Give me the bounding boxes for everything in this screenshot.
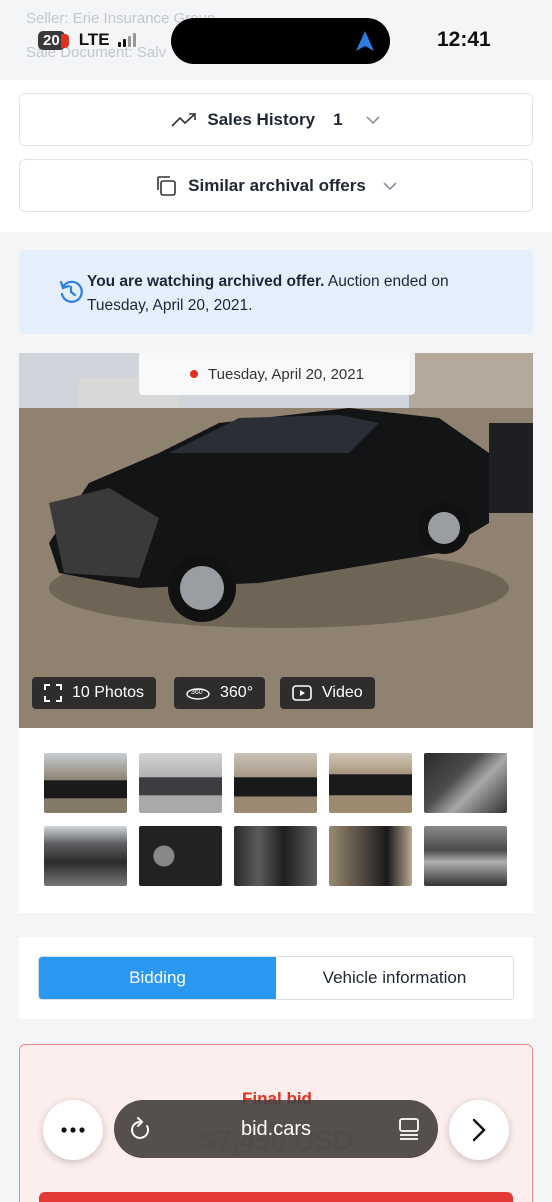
status-bar: Seller: Erie Insurance Group Sale Docume… [0, 0, 552, 80]
thumbnail[interactable] [234, 826, 317, 886]
status-left: 20 LTE [38, 30, 136, 50]
dynamic-island [171, 18, 390, 64]
more-dots-icon [61, 1127, 85, 1133]
notification-badge: 20 [38, 30, 69, 50]
tab-bar: Bidding Vehicle information [38, 956, 514, 1000]
reload-icon[interactable] [130, 1117, 152, 1141]
red-action-bar[interactable] [39, 1192, 513, 1202]
more-button[interactable] [43, 1100, 103, 1160]
thumbnail[interactable] [424, 753, 507, 813]
sales-history-button[interactable]: Sales History 1 [19, 93, 533, 146]
auction-date: Tuesday, April 20, 2021 [208, 365, 364, 383]
svg-text:360: 360 [191, 689, 203, 696]
thumbnail[interactable] [139, 753, 222, 813]
tab-bidding[interactable]: Bidding [39, 957, 276, 999]
trending-up-icon [171, 112, 197, 127]
thumbnail[interactable] [44, 826, 127, 886]
sales-history-count: 1 [333, 109, 343, 129]
thumbnail[interactable] [44, 753, 127, 813]
tab-vehicle-information[interactable]: Vehicle information [276, 957, 513, 999]
photos-button[interactable]: 10 Photos [32, 677, 157, 709]
view360-icon: 360 [186, 688, 210, 700]
video-button[interactable]: Video [280, 677, 375, 709]
thumbnail[interactable] [329, 826, 412, 886]
sales-history-label: Sales History [207, 109, 316, 129]
fullscreen-icon [44, 684, 62, 702]
video-icon [292, 685, 312, 701]
chevron-down-icon [383, 181, 397, 190]
url-text: bid.cars [240, 1117, 312, 1140]
thumbnail[interactable] [424, 826, 507, 886]
video-label: Video [322, 684, 363, 701]
status-dot-icon [190, 370, 199, 378]
chevron-right-icon [472, 1118, 486, 1142]
car-photo [19, 353, 533, 728]
thumbnail[interactable] [139, 826, 222, 886]
similar-offers-button[interactable]: Similar archival offers [19, 159, 533, 212]
reader-mode-icon[interactable] [398, 1117, 420, 1141]
thumbnail[interactable] [234, 753, 317, 813]
forward-button[interactable] [449, 1100, 509, 1160]
similar-offers-label: Similar archival offers [188, 175, 366, 195]
status-time: 12:41 [437, 28, 491, 51]
photos-label: 10 Photos [72, 684, 145, 701]
thumbnail[interactable] [329, 753, 412, 813]
copy-icon [157, 175, 176, 196]
tabs-card: Bidding Vehicle information [19, 937, 533, 1019]
view360-button[interactable]: 360 360° [174, 677, 266, 709]
auction-date-pill: Tuesday, April 20, 2021 [139, 353, 415, 395]
notice-bold: You are watching archived offer. [87, 273, 325, 290]
chevron-down-icon [366, 115, 380, 124]
history-icon [59, 280, 83, 303]
gallery-card: Tuesday, April 20, 2021 10 Photos 360 36… [19, 353, 533, 913]
archived-notice: You are watching archived offer. Auction… [19, 250, 533, 334]
network-label: LTE [78, 30, 110, 49]
view360-label: 360° [220, 684, 254, 701]
address-bar[interactable]: bid.cars [114, 1100, 438, 1158]
browser-toolbar: bid.cars [0, 1092, 552, 1168]
location-arrow-icon [356, 31, 374, 51]
signal-icon [117, 33, 136, 47]
main-photo[interactable]: Tuesday, April 20, 2021 10 Photos 360 36… [19, 353, 533, 728]
